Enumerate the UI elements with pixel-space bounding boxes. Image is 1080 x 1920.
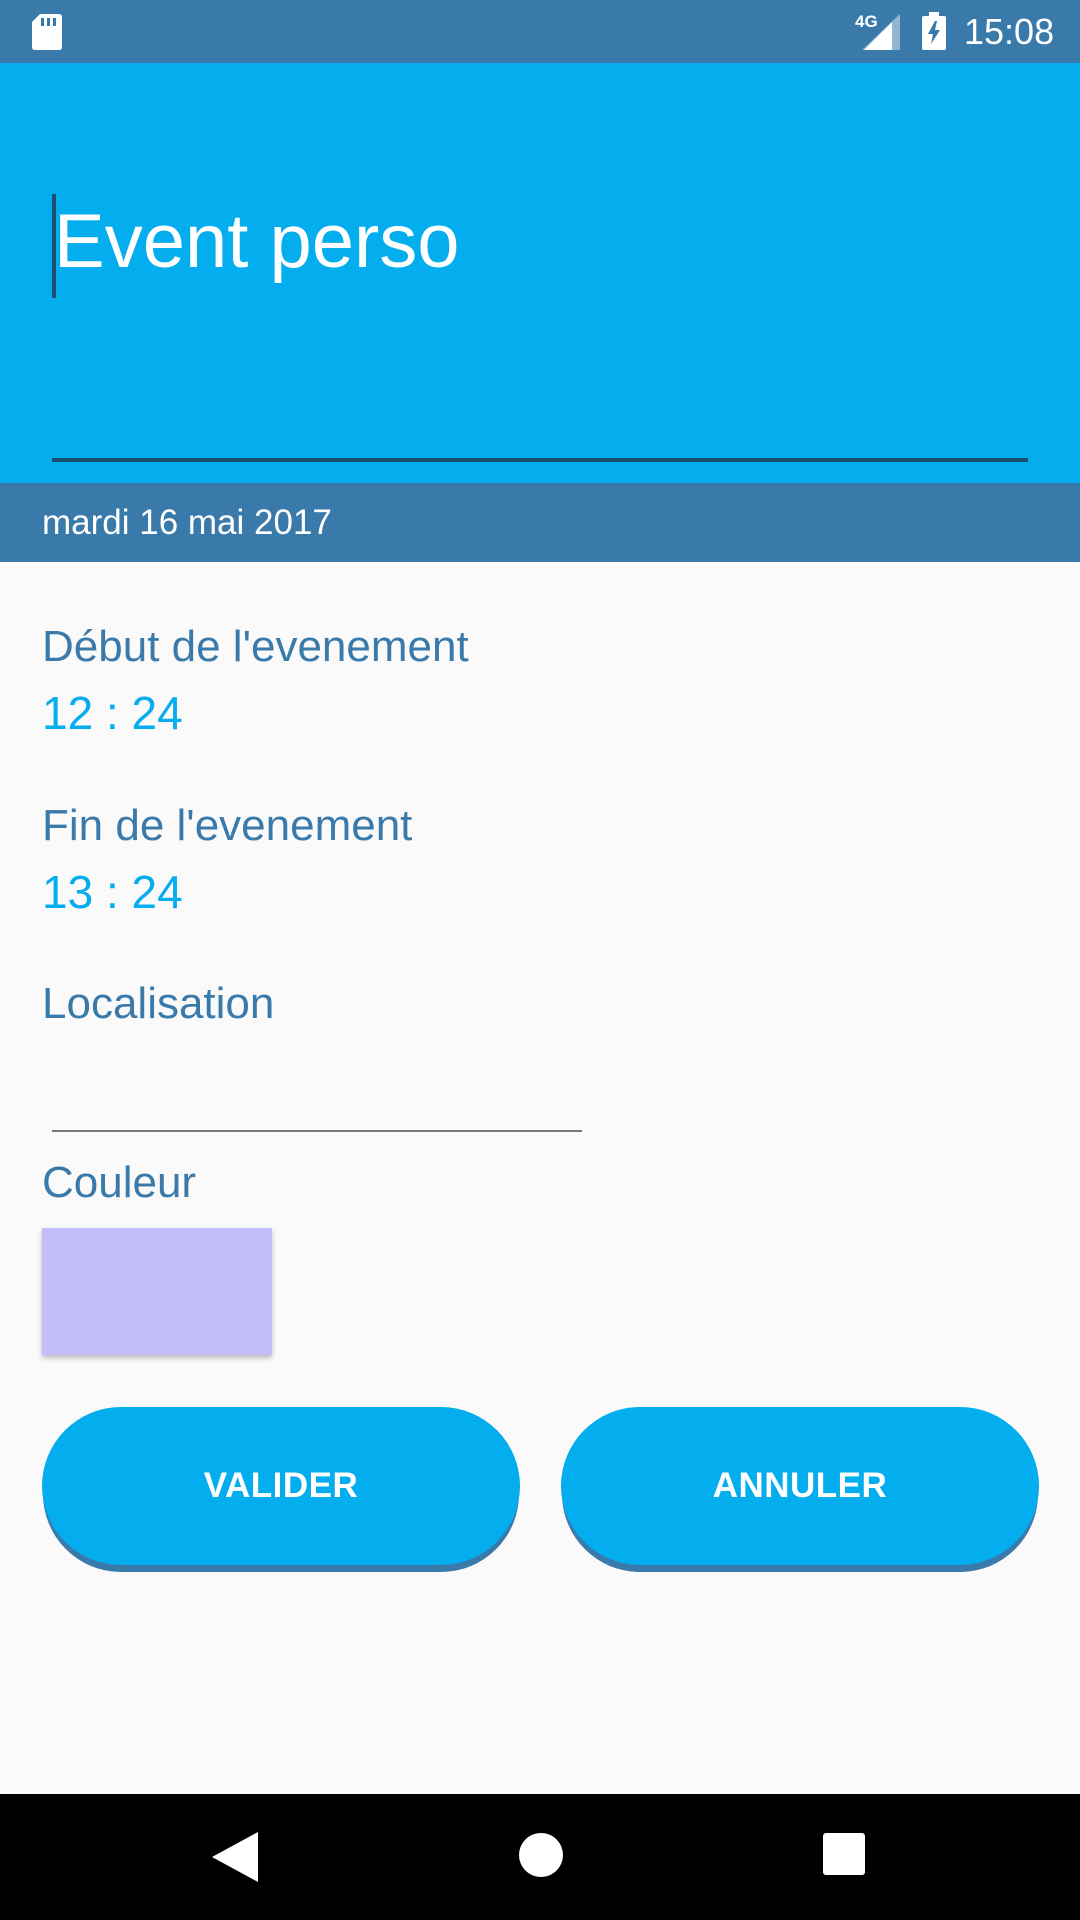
sd-card-icon [32,14,62,50]
recents-icon[interactable] [823,1833,865,1875]
location-input[interactable] [52,1050,582,1132]
title-header: Event perso [0,63,1080,483]
end-label: Fin de l'evenement [42,801,413,850]
location-input-underline [52,1130,582,1132]
status-clock: 15:08 [964,11,1055,52]
navigation-bar [0,1794,1080,1920]
validate-button[interactable]: VALIDER [42,1407,520,1565]
event-date: mardi 16 mai 2017 [42,503,332,542]
signal-icon [862,14,900,50]
start-time-picker[interactable]: 12 : 24 [42,686,183,740]
cancel-button[interactable]: ANNULER [561,1407,1039,1565]
start-label: Début de l'evenement [42,622,469,671]
event-title-input[interactable]: Event perso [52,138,1032,478]
color-label: Couleur [42,1158,197,1207]
end-time-picker[interactable]: 13 : 24 [42,865,183,919]
status-bar: 4G 15:08 [0,0,1080,63]
color-swatch-picker[interactable] [42,1228,272,1355]
event-editor-screen: 4G 15:08 Event perso mardi 16 mai 2017 D… [0,0,1080,1920]
title-input-underline [52,458,1028,462]
location-label: Localisation [42,979,275,1028]
battery-charging-icon [922,12,946,50]
event-title-text: Event perso [54,199,460,284]
home-icon[interactable] [518,1832,564,1878]
date-bar: mardi 16 mai 2017 [0,483,1080,562]
back-icon[interactable] [212,1832,258,1882]
